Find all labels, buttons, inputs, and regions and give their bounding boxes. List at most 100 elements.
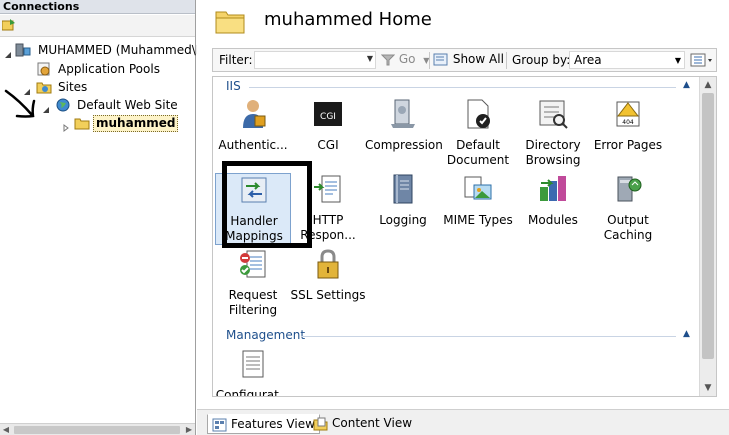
features-view: IIS ▲ Authentic... CGI CGI Compression D…	[212, 76, 717, 397]
scroll-down-icon[interactable]: ▼	[700, 381, 716, 395]
main-pane: muhammed Home Filter: ▼ Go ▼ Show All Gr…	[197, 0, 729, 435]
feature-label: Directory Browsing	[525, 138, 581, 167]
app-pools-icon	[36, 62, 52, 76]
http-response-icon	[314, 175, 341, 203]
tree-label-application-pools: Application Pools	[58, 62, 160, 76]
dropdown-arrow-icon[interactable]: ▼	[675, 52, 681, 69]
feature-logging[interactable]: Logging	[365, 173, 441, 245]
scrollbar-thumb[interactable]	[702, 93, 714, 359]
feature-label: Configurat...	[215, 388, 291, 397]
view-tabs: Features View Content View	[197, 409, 729, 435]
compression-icon	[391, 99, 415, 128]
collapse-group-icon[interactable]: ▲	[683, 80, 690, 90]
folder-icon	[74, 116, 90, 130]
content-view-icon	[313, 417, 328, 430]
feature-label: SSL Settings	[290, 288, 366, 302]
tree-label-sites: Sites	[58, 80, 88, 94]
logging-icon	[393, 174, 413, 204]
default-document-icon	[467, 99, 490, 129]
toolbar-separator	[506, 52, 507, 69]
directory-browsing-icon	[539, 100, 568, 129]
connections-header: Connections	[0, 0, 195, 14]
toolbar-separator	[429, 52, 430, 69]
highlight-box-annotation	[222, 161, 312, 248]
group-header-iis: IIS	[226, 79, 241, 93]
connections-horizontal-scrollbar[interactable]: ◀ ▶	[0, 423, 195, 435]
feature-configuration-editor[interactable]: Configurat...	[215, 348, 291, 397]
feature-label: CGI	[317, 138, 339, 152]
globe-icon	[55, 98, 71, 112]
group-divider	[249, 87, 676, 88]
go-button[interactable]: Go ▼	[380, 52, 429, 70]
tab-label: Features View	[231, 417, 315, 431]
feature-label: MIME Types	[443, 213, 513, 227]
show-all-label: Show All	[452, 52, 504, 66]
funnel-icon	[380, 54, 396, 65]
collapse-group-icon[interactable]: ▲	[683, 329, 690, 339]
home-folder-icon	[215, 11, 245, 34]
error-pages-icon: 404	[616, 101, 640, 127]
feature-error-pages[interactable]: 404 Error Pages	[590, 98, 666, 170]
tree-label-muhammed: muhammed	[93, 115, 179, 132]
tree-label-server: MUHAMMED (Muhammed\M	[38, 43, 207, 57]
ssl-settings-icon	[317, 249, 339, 279]
feature-label: Default Document	[446, 138, 510, 167]
configuration-editor-icon	[242, 350, 264, 378]
collapse-icon[interactable]	[42, 101, 50, 113]
scrollbar-thumb[interactable]	[14, 426, 180, 434]
tree-label-default-web-site: Default Web Site	[77, 98, 178, 112]
show-all-icon	[433, 53, 448, 66]
feature-directory-browsing[interactable]: Directory Browsing	[515, 98, 591, 170]
group-by-value: Area	[574, 53, 602, 67]
filter-label: Filter:	[219, 53, 253, 67]
tab-content-view[interactable]: Content View	[309, 414, 416, 434]
feature-authentication[interactable]: Authentic...	[215, 98, 291, 170]
tab-label: Content View	[332, 416, 413, 430]
expand-icon[interactable]	[62, 119, 70, 132]
feature-cgi[interactable]: CGI CGI	[290, 98, 366, 170]
svg-text:CGI: CGI	[320, 112, 336, 122]
server-icon	[15, 43, 31, 57]
feature-label: Error Pages	[593, 138, 663, 152]
annotation-arrow-icon	[4, 89, 36, 118]
features-vertical-scrollbar[interactable]: ▲ ▼	[699, 77, 716, 396]
modules-icon	[540, 176, 566, 201]
feature-ssl-settings[interactable]: SSL Settings	[290, 248, 366, 320]
feature-output-caching[interactable]: Output Caching	[590, 173, 666, 245]
cgi-icon: CGI	[314, 102, 342, 126]
feature-label: Request Filtering	[228, 288, 278, 317]
feature-compression[interactable]: Compression	[365, 98, 443, 170]
connect-icon[interactable]	[1, 19, 16, 31]
feature-default-document[interactable]: Default Document	[440, 98, 516, 170]
authentication-icon	[243, 100, 266, 128]
view-options-button[interactable]	[690, 52, 714, 69]
scroll-up-icon[interactable]: ▲	[700, 78, 716, 92]
feature-mime-types[interactable]: MIME Types	[440, 173, 516, 245]
feature-modules[interactable]: Modules	[515, 173, 591, 245]
connections-toolbar	[0, 15, 195, 37]
feature-label: Authentic...	[218, 138, 288, 152]
scroll-right-icon[interactable]: ▶	[184, 424, 194, 435]
collapse-icon[interactable]	[4, 46, 12, 58]
feature-label: Output Caching	[603, 213, 653, 242]
filter-toolbar: Filter: ▼ Go ▼ Show All Group by: Area ▼	[212, 48, 717, 72]
show-all-button[interactable]: Show All	[433, 52, 504, 70]
tab-features-view[interactable]: Features View	[207, 414, 320, 434]
dropdown-arrow-icon[interactable]: ▼	[367, 54, 373, 63]
view-grid-icon	[690, 53, 712, 67]
group-divider	[301, 336, 676, 337]
go-label: Go	[398, 52, 416, 66]
scroll-left-icon[interactable]: ◀	[1, 424, 11, 435]
feature-label: Modules	[528, 213, 578, 227]
tree-node-server[interactable]: MUHAMMED (Muhammed\M	[4, 41, 206, 59]
feature-request-filtering[interactable]: Request Filtering	[215, 248, 291, 320]
request-filtering-icon	[240, 250, 266, 278]
filter-input[interactable]: ▼	[254, 51, 376, 69]
group-by-select[interactable]: Area ▼	[569, 51, 685, 69]
mime-types-icon	[464, 176, 492, 200]
connections-pane: Connections MUHAMMED (Muhammed\M Applica…	[0, 0, 206, 435]
feature-label: Compression	[365, 138, 443, 152]
features-view-icon	[212, 418, 227, 431]
group-header-management: Management	[226, 328, 306, 342]
svg-text:404: 404	[622, 119, 634, 126]
